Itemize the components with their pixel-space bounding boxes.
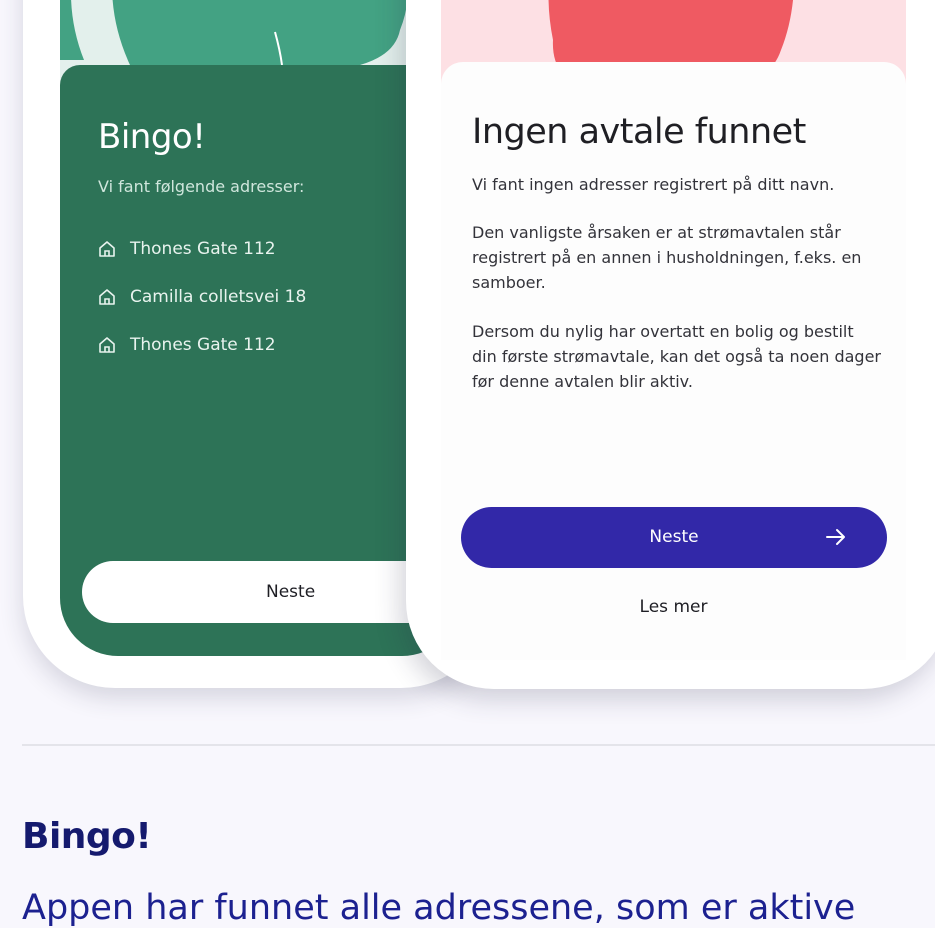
- address-list: Thones Gate 112 Camilla colletsvei 18 Th…: [98, 225, 306, 369]
- left-next-button[interactable]: Neste: [82, 561, 460, 623]
- right-next-button-label: Neste: [649, 527, 699, 547]
- home-icon: [99, 241, 115, 257]
- left-result-card: Bingo! Vi fant følgende adresser: Thones…: [60, 65, 460, 656]
- right-card-paragraph: Den vanligste årsaken er at strømavtalen…: [472, 223, 862, 292]
- right-next-button[interactable]: Neste: [461, 507, 887, 568]
- left-card-title: Bingo!: [98, 117, 206, 157]
- right-result-card: Ingen avtale funnet Vi fant ingen adress…: [441, 62, 906, 660]
- right-phone-screen: Ingen avtale funnet Vi fant ingen adress…: [441, 0, 906, 660]
- right-phone-mockup: Ingen avtale funnet Vi fant ingen adress…: [406, 0, 935, 689]
- read-more-link[interactable]: Les mer: [441, 597, 906, 617]
- right-card-title: Ingen avtale funnet: [472, 112, 806, 152]
- section-body-text: Appen har funnet alle adressene, som er …: [22, 888, 856, 928]
- address-item[interactable]: Thones Gate 112: [98, 225, 306, 273]
- section-divider: [22, 744, 935, 746]
- right-card-paragraph: Vi fant ingen adresser registrert på dit…: [472, 175, 835, 194]
- address-item[interactable]: Camilla colletsvei 18: [98, 273, 306, 321]
- section-heading: Bingo!: [22, 816, 152, 857]
- address-label: Thones Gate 112: [130, 239, 276, 259]
- left-phone-screen: Bingo! Vi fant følgende adresser: Thones…: [60, 0, 460, 656]
- address-label: Thones Gate 112: [130, 335, 276, 355]
- arrow-right-icon: [826, 529, 845, 545]
- home-icon: [99, 289, 115, 305]
- address-item[interactable]: Thones Gate 112: [98, 321, 306, 369]
- home-icon: [99, 337, 115, 353]
- right-card-paragraph: Dersom du nylig har overtatt en bolig og…: [472, 322, 881, 391]
- left-card-subtitle: Vi fant følgende adresser:: [98, 177, 305, 196]
- address-label: Camilla colletsvei 18: [130, 287, 307, 307]
